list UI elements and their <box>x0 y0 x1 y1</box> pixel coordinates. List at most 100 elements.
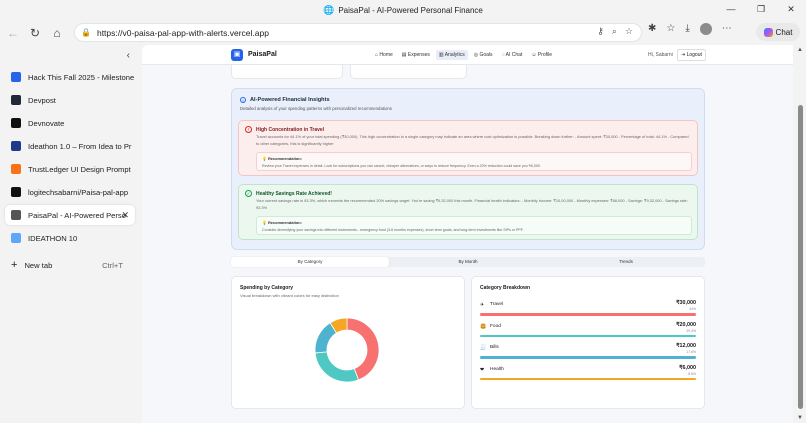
tab-by-month[interactable]: By Month <box>389 257 547 267</box>
copilot-icon <box>763 27 773 37</box>
category-row: ✈ Travel ₹30,000 44% <box>480 300 696 323</box>
app-nav-links: ⌂ Home ▤ Expenses ▥ Analytics ◎ Goals ◌ AI C… <box>372 50 555 60</box>
window-titlebar: 🌐 PaisaPal - AI-Powered Personal Finance… <box>0 0 806 20</box>
close-tab-icon[interactable]: ✕ <box>121 210 129 221</box>
nav-icon: ◎ <box>473 52 479 58</box>
restore-button[interactable]: ❐ <box>746 0 776 20</box>
browser-tab[interactable]: TrustLedger UI Design Prompt <box>5 159 135 179</box>
ai-insights-panel: i AI-Powered Financial Insights Detailed… <box>231 88 705 250</box>
tab-title: IDEATHON 10 <box>28 233 78 243</box>
brand-name: PaisaPal <box>248 51 277 58</box>
window-title: PaisaPal - AI-Powered Personal Finance <box>338 5 483 15</box>
lightbulb-icon: 💡 <box>262 220 267 225</box>
spending-card-title: Spending by Category <box>240 285 294 291</box>
plus-icon: + <box>11 259 18 271</box>
nav-link-profile[interactable]: ☺ Profile <box>528 50 555 60</box>
category-percent: 29.4% <box>686 328 696 333</box>
site-info-icon[interactable]: 🔒 <box>81 28 91 37</box>
browser-tab[interactable]: Devnovate <box>5 113 135 133</box>
browser-tab[interactable]: Devpost <box>5 90 135 110</box>
favorite-star-icon[interactable]: ☆ <box>625 26 633 37</box>
page-scrollbar[interactable]: ▲ ▼ <box>795 45 806 423</box>
alert-icon: ! <box>245 126 252 133</box>
logout-button[interactable]: ⇥ Logout <box>677 49 706 61</box>
tab-favicon-icon <box>11 187 21 197</box>
insights-title: AI-Powered Financial Insights <box>250 97 330 103</box>
browser-tab[interactable]: IDEATHON 10 <box>5 228 135 248</box>
category-progress-fill <box>480 334 696 337</box>
lightbulb-icon: 💡 <box>262 156 267 161</box>
tab-title: Devpost <box>28 95 56 105</box>
tab-by-category[interactable]: By Category <box>231 257 389 267</box>
category-progress-fill <box>480 356 696 359</box>
collapse-sidebar-icon[interactable]: ‹ <box>127 50 130 61</box>
breakdown-card-title: Category Breakdown <box>480 285 531 291</box>
nav-label: Analytics <box>444 52 465 58</box>
close-window-button[interactable]: ✕ <box>776 0 806 20</box>
recommendation-label: Recommendation: <box>267 220 302 225</box>
nav-label: Expenses <box>407 52 430 58</box>
summary-card-bottom <box>231 65 343 79</box>
address-bar[interactable]: 🔒 https://v0-paisa-pal-app-with-alerts.v… <box>74 23 642 42</box>
nav-link-ai-chat[interactable]: ◌ AI Chat <box>499 50 526 60</box>
nav-icon: ▥ <box>438 52 444 58</box>
nav-icon: ▤ <box>401 52 407 58</box>
spending-donut-chart[interactable] <box>312 315 382 385</box>
nav-link-goals[interactable]: ◎ Goals <box>471 50 496 60</box>
scroll-down-arrow-icon[interactable]: ▼ <box>797 415 803 421</box>
download-icon[interactable]: ⤓ <box>685 23 689 35</box>
nav-link-home[interactable]: ⌂ Home <box>372 50 396 60</box>
recommendation-text: Review your Travel expenses in detail. L… <box>262 164 541 168</box>
browser-tab[interactable]: Ideathon 1.0 – From Idea to Pr <box>5 136 135 156</box>
category-percent: 8.8% <box>688 371 696 376</box>
back-icon[interactable]: ← <box>2 22 24 44</box>
new-tab-button[interactable]: + New tab Ctrl+T <box>5 255 135 275</box>
alert-text: Travel accounts for 44.1% of your total … <box>256 134 689 146</box>
recommendation-label: Recommendation: <box>267 156 302 161</box>
category-name: Food <box>490 323 501 329</box>
profile-avatar[interactable] <box>699 23 712 35</box>
recommendation-box: 💡 Recommendation: Consider diversifying … <box>256 216 692 235</box>
nav-link-expenses[interactable]: ▤ Expenses <box>399 50 433 60</box>
extensions-icon[interactable]: ✱ <box>648 23 656 35</box>
tab-favicon-icon <box>11 233 21 243</box>
refresh-icon[interactable]: ↻ <box>24 22 46 44</box>
browser-tab[interactable]: logitechsabarni/Paisa-pal-app <box>5 182 135 202</box>
minimize-button[interactable]: — <box>716 0 746 20</box>
spending-card-subtitle: Visual breakdown with vibrant colors for… <box>240 293 339 298</box>
more-menu-icon[interactable]: ⋯ <box>722 23 732 35</box>
category-breakdown-card: Category Breakdown ✈ Travel ₹30,000 44% 🍔 Foo… <box>471 276 705 409</box>
app-navbar: ▣ PaisaPal ⌂ Home ▤ Expenses ▥ Analytics ◎ … <box>142 45 793 65</box>
tab-title: Hack This Fall 2025 - Milestone <box>28 72 135 82</box>
home-icon[interactable]: ⌂ <box>46 22 68 44</box>
insights-subtitle: Detailed analysis of your spending patte… <box>240 106 392 111</box>
donut-slice-food[interactable] <box>314 351 360 383</box>
alert-text: Your current savings rate is 93.3%, whic… <box>256 198 688 210</box>
category-amount: ₹20,000 <box>676 321 696 328</box>
alert-heading: High Concentration in Travel <box>256 127 325 133</box>
scroll-up-arrow-icon[interactable]: ▲ <box>797 47 803 53</box>
category-progress-bar <box>480 313 696 316</box>
recommendation-text: Consider diversifying your savings into … <box>262 228 524 232</box>
zoom-icon[interactable]: ⌕ <box>612 26 617 37</box>
chat-label: Chat <box>775 27 793 37</box>
tab-title: Ideathon 1.0 – From Idea to Pr <box>28 141 132 151</box>
tab-favicon-icon <box>11 141 21 151</box>
favorites-icon[interactable]: ☆ <box>666 23 675 35</box>
tab-trends[interactable]: Trends <box>547 257 705 267</box>
category-percent: 44% <box>689 307 696 311</box>
scrollbar-thumb[interactable] <box>798 105 803 409</box>
copilot-chat-button[interactable]: Chat <box>756 23 800 41</box>
browser-tab[interactable]: PaisaPal - AI-Powered Perso ✕ <box>5 205 135 225</box>
tab-favicon-icon <box>11 164 21 174</box>
tab-favicon-icon <box>11 210 21 220</box>
logout-label: Logout <box>686 52 702 58</box>
browser-tab[interactable]: Hack This Fall 2025 - Milestone <box>5 67 135 87</box>
category-name: Health <box>490 366 504 372</box>
nav-link-analytics[interactable]: ▥ Analytics <box>435 50 468 60</box>
new-tab-shortcut: Ctrl+T <box>102 260 123 270</box>
category-name: Bills <box>490 345 499 350</box>
insights-heading: i AI-Powered Financial Insights <box>240 97 330 103</box>
category-row: 🍔 Food ₹20,000 29.4% <box>480 321 696 345</box>
password-key-icon[interactable]: ⚷ <box>597 26 604 37</box>
